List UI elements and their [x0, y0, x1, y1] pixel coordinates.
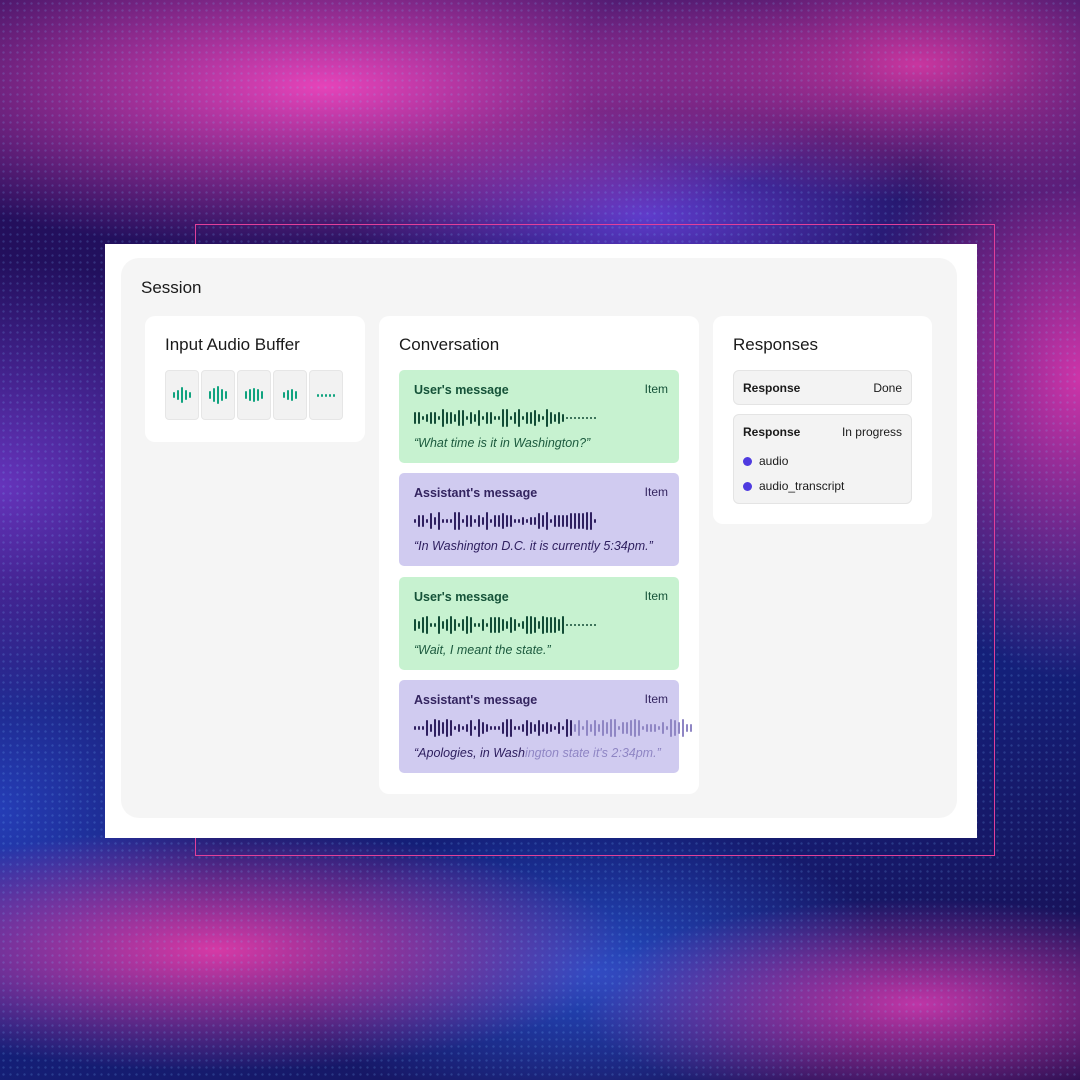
message-transcript: “What time is it in Washington?” — [414, 436, 591, 450]
responses-panel: Responses Response Done Response In prog… — [713, 316, 932, 524]
item-badge: Item — [644, 692, 668, 706]
audio-chunk — [201, 370, 235, 420]
audio-chunk — [309, 370, 343, 420]
input-audio-buffer-title: Input Audio Buffer — [165, 335, 300, 354]
response-status: Done — [873, 381, 902, 395]
conversation-panel: Conversation User's message Item “What t… — [379, 316, 699, 794]
response-label: Response — [743, 425, 801, 439]
message-role: Assistant's message — [414, 486, 538, 500]
audio-buffer-chunks — [165, 370, 343, 420]
audio-waveform-icon — [209, 385, 227, 405]
audio-waveform-icon — [283, 385, 297, 405]
conversation-item[interactable]: Assistant's message Item “Apologies, in … — [399, 680, 692, 773]
diagram-card: Session Input Audio Buffer Conversation … — [105, 244, 977, 838]
status-dot-icon — [743, 456, 752, 466]
message-transcript: “Wait, I meant the state.” — [414, 643, 551, 657]
message-role: User's message — [414, 590, 509, 604]
responses-title: Responses — [733, 335, 819, 354]
message-role: User's message — [414, 383, 509, 397]
conversation-item[interactable]: Assistant's message Item “In Washington … — [399, 473, 679, 566]
audio-waveform-icon — [173, 385, 191, 405]
message-transcript: “In Washington D.C. it is currently 5:34… — [414, 539, 653, 553]
response-item[interactable]: Response Done — [733, 370, 912, 405]
input-audio-buffer-panel: Input Audio Buffer — [145, 316, 365, 442]
audio-chunk — [273, 370, 307, 420]
audio-waveform-icon — [414, 408, 596, 428]
session-title: Session — [141, 278, 202, 297]
session-container: Session Input Audio Buffer Conversation … — [121, 258, 957, 818]
audio-chunk — [165, 370, 199, 420]
item-badge: Item — [644, 382, 668, 396]
response-output: audio_transcript — [743, 479, 844, 493]
response-output: audio — [743, 454, 788, 468]
response-label: Response — [743, 381, 801, 395]
audio-chunk — [237, 370, 271, 420]
audio-waveform-icon — [317, 385, 335, 405]
conversation-item[interactable]: User's message Item “Wait, I meant the s… — [399, 577, 679, 670]
item-badge: Item — [644, 485, 668, 499]
audio-waveform-icon — [245, 385, 263, 405]
message-transcript: “Apologies, in Washington state it's 2:3… — [414, 746, 661, 760]
conversation-item[interactable]: User's message Item “What time is it in … — [399, 370, 679, 463]
audio-waveform-icon — [414, 718, 692, 738]
response-item[interactable]: Response In progress audio audio_transcr… — [733, 414, 912, 504]
status-dot-icon — [743, 481, 752, 491]
audio-waveform-icon — [414, 511, 596, 531]
audio-waveform-icon — [414, 615, 596, 635]
response-status: In progress — [841, 425, 902, 439]
item-badge: Item — [644, 589, 668, 603]
message-role: Assistant's message — [414, 693, 538, 707]
conversation-title: Conversation — [399, 335, 500, 354]
